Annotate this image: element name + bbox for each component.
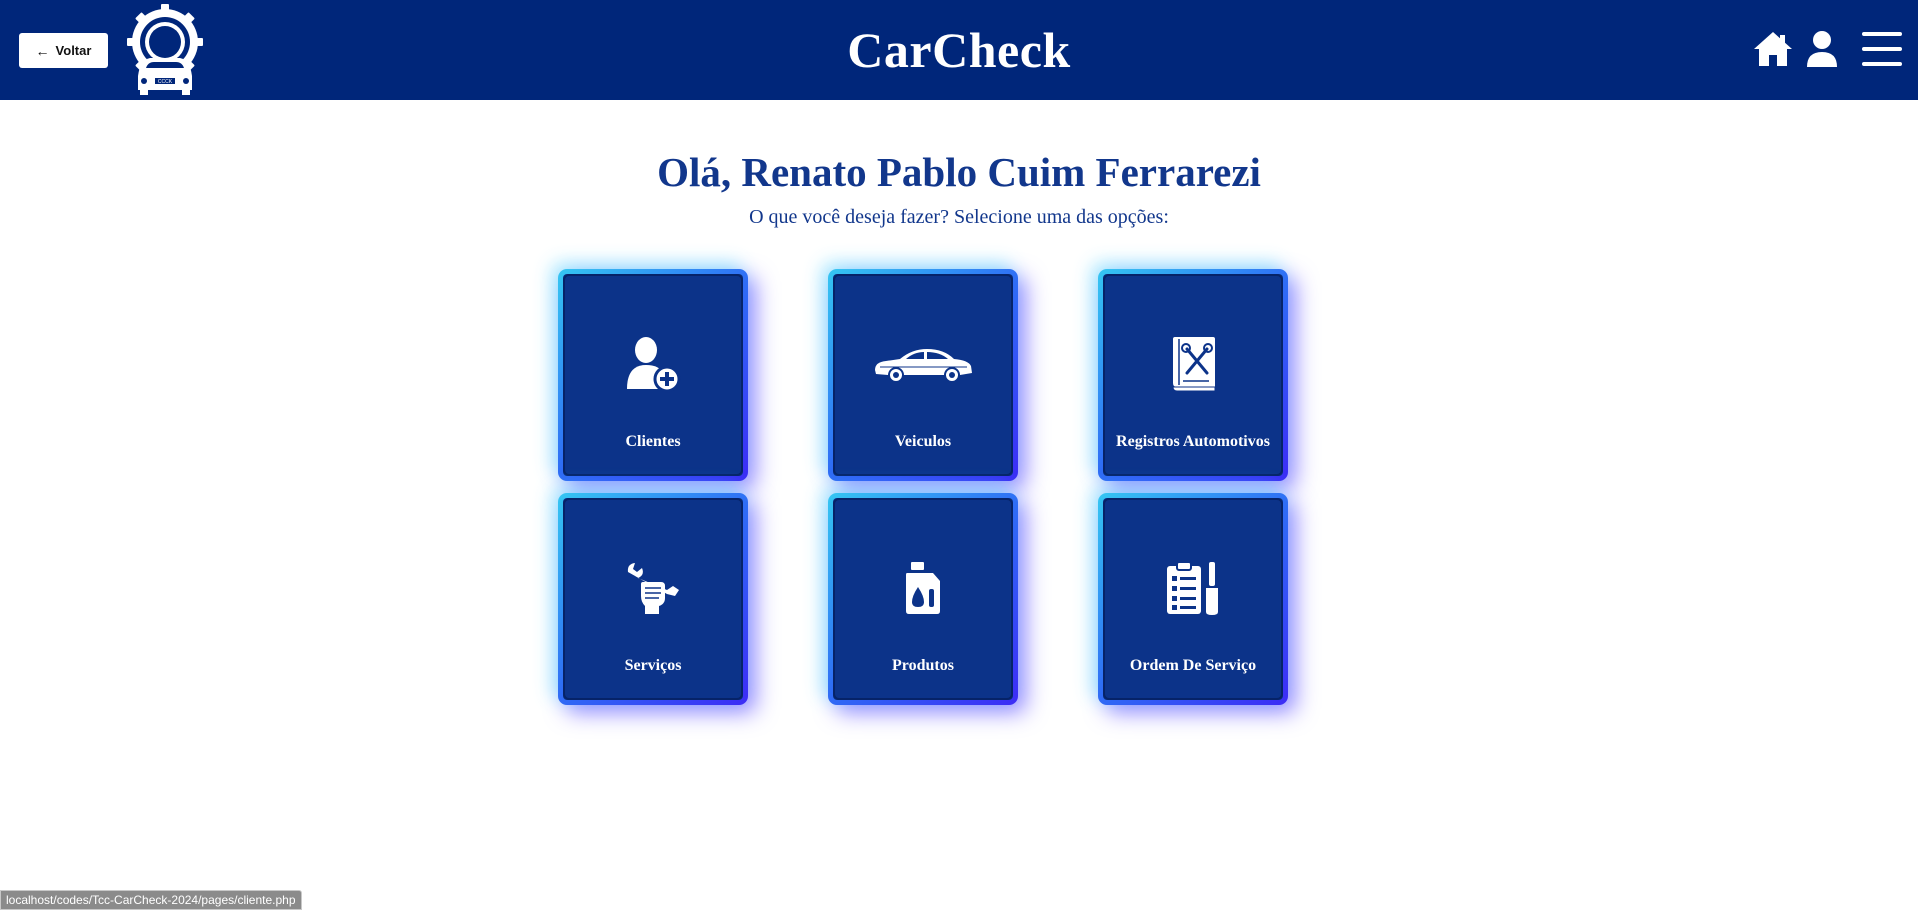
user-icon[interactable]: [1806, 30, 1838, 68]
car-icon: [875, 349, 972, 383]
repair-manual-icon: [1172, 337, 1216, 392]
oil-can-icon: [906, 562, 940, 614]
card-label: Registros Automotivos: [1116, 433, 1270, 450]
carcheck-logo[interactable]: CCCK: [120, 2, 210, 96]
card-label: Ordem De Serviço: [1129, 657, 1257, 674]
option-card-clientes[interactable]: Clientes: [558, 269, 748, 481]
logo-plate-text: CCCK: [158, 79, 173, 85]
card-label: Serviços: [624, 657, 682, 674]
card-icon-wrap: [563, 553, 743, 623]
card-icon-wrap: [833, 553, 1013, 623]
wrench-hand-icon: [627, 563, 679, 614]
option-card-servicos[interactable]: Serviços: [558, 493, 748, 705]
card-label: Produtos: [892, 657, 954, 674]
option-card-veiculos[interactable]: Veiculos: [828, 269, 1018, 481]
page-subtitle: O que você deseja fazer? Selecione uma d…: [749, 206, 1169, 228]
greeting-heading: Olá, Renato Pablo Cuim Ferrarezi: [657, 149, 1261, 195]
top-navbar: ← Voltar CCCK CarCheck: [0, 0, 1918, 100]
card-icon-wrap: [1103, 329, 1283, 399]
menu-icon[interactable]: [1862, 30, 1902, 68]
card-label: Veiculos: [894, 433, 952, 450]
back-button[interactable]: ← Voltar: [19, 33, 108, 68]
card-icon-wrap: [563, 329, 743, 399]
card-icon-wrap: [833, 329, 1013, 399]
card-label: Clientes: [625, 433, 681, 450]
option-card-registros[interactable]: Registros Automotivos: [1098, 269, 1288, 481]
app-title: CarCheck: [847, 22, 1071, 78]
option-card-ordem-servico[interactable]: Ordem De Serviço: [1098, 493, 1288, 705]
user-add-icon: [627, 337, 681, 393]
option-card-produtos[interactable]: Produtos: [828, 493, 1018, 705]
arrow-left-icon: ←: [35, 42, 50, 59]
status-bar-url: localhost/codes/Tcc-CarCheck-2024/pages/…: [0, 890, 302, 910]
checklist-tool-icon: [1167, 561, 1218, 615]
back-button-label: Voltar: [55, 43, 92, 58]
home-icon[interactable]: [1753, 30, 1793, 68]
card-icon-wrap: [1103, 553, 1283, 623]
